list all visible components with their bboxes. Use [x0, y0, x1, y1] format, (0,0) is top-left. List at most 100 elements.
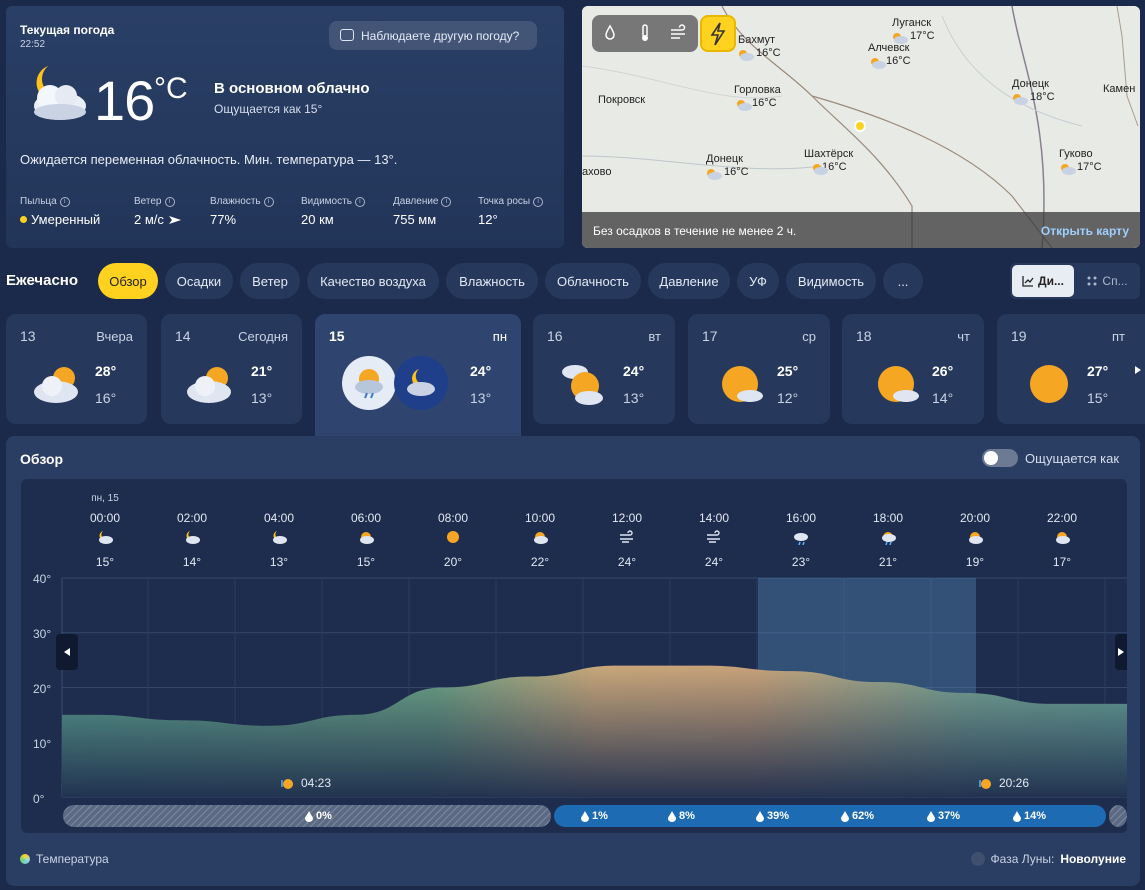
- info-icon[interactable]: i: [263, 196, 274, 207]
- moon-phase: Фаза Луны: Новолуние: [970, 852, 1126, 866]
- metric-value: Умеренный: [31, 212, 101, 227]
- map-city[interactable]: Камен: [1103, 83, 1135, 96]
- hour-temp: 21°: [878, 555, 898, 569]
- hour-time: 22:00: [1046, 511, 1078, 525]
- observe-other-weather-button[interactable]: Наблюдаете другую погоду?: [329, 21, 537, 50]
- sun-cloud-icon: [187, 367, 231, 403]
- day-card[interactable]: 17 ср 25° 12°: [688, 314, 830, 424]
- hour-time: 12:00: [611, 511, 643, 525]
- day-card[interactable]: 18 чт 26° 14°: [842, 314, 984, 424]
- wind-layer-icon[interactable]: [668, 22, 690, 44]
- precip-chance: 0%: [305, 805, 332, 827]
- metric-value: 12°: [478, 212, 498, 227]
- current-temperature: 16: [94, 69, 155, 132]
- hour-time: 18:00: [872, 511, 904, 525]
- tab-uv[interactable]: УФ: [737, 263, 779, 299]
- day-name: Вчера: [96, 329, 133, 344]
- raindrop-icon: [756, 810, 764, 822]
- tab-humidity[interactable]: Влажность: [446, 263, 538, 299]
- temperature-layer-icon[interactable]: [634, 22, 656, 44]
- day-card[interactable]: 19 пт 27° 15°: [997, 314, 1145, 424]
- day-min-temp: 13°: [251, 390, 273, 406]
- metric-pressure: Давление i 755 мм: [393, 196, 452, 227]
- lightning-layer-button[interactable]: [700, 15, 736, 52]
- precip-chance: 37%: [927, 805, 960, 827]
- metric-label: Пыльца: [20, 196, 57, 207]
- tab-visibility[interactable]: Видимость: [786, 263, 876, 299]
- precip-chance: 8%: [668, 805, 695, 827]
- tab-air-quality[interactable]: Качество воздуха: [307, 263, 439, 299]
- raindrop-icon: [927, 810, 935, 822]
- hour-time: 20:00: [959, 511, 991, 525]
- chevron-left-icon: [64, 648, 70, 656]
- tab-pressure[interactable]: Давление: [648, 263, 730, 299]
- info-icon[interactable]: i: [354, 196, 365, 207]
- raindrop-icon: [1013, 810, 1021, 822]
- sun-icon: [1030, 365, 1068, 403]
- hourly-chart: пн, 15 00:00 15° 02:00 14° 04:00 13° 06:00 15° 08…: [21, 479, 1127, 833]
- metric-label: Точка росы: [478, 196, 531, 207]
- tab-precipitation[interactable]: Осадки: [165, 263, 233, 299]
- view-diagram-button[interactable]: Ди...: [1012, 265, 1074, 297]
- new-moon-icon: [970, 852, 985, 866]
- chevron-right-icon: [1118, 648, 1124, 656]
- day-min-temp: 12°: [777, 390, 799, 406]
- info-icon[interactable]: i: [441, 196, 452, 207]
- chevron-right-icon: [1134, 366, 1141, 374]
- night-cloudy-icon: [273, 531, 287, 544]
- tab-more[interactable]: ...: [883, 263, 923, 299]
- hour-time: 10:00: [524, 511, 556, 525]
- legend-label: Температура: [36, 852, 109, 866]
- y-tick-label: 20°: [33, 682, 52, 696]
- day-max-temp: 25°: [777, 363, 799, 379]
- day-name: Сегодня: [238, 329, 288, 344]
- hour-temp: 22°: [530, 555, 550, 569]
- weather-map[interactable]: Бахмут 16°C Луганск 17°C Алчевск 16°C Покро…: [582, 6, 1140, 248]
- metric-wind: Ветер i 2 м/с: [134, 196, 182, 227]
- chart-prev-arrow[interactable]: [56, 634, 78, 670]
- info-icon[interactable]: i: [164, 196, 175, 207]
- day-name: пн: [492, 329, 507, 344]
- sun-cloud-icon: [1013, 94, 1028, 105]
- current-title: Текущая погода: [20, 23, 115, 37]
- moon-phase-label: Фаза Луны:: [990, 852, 1055, 866]
- sunset-icon: [979, 779, 991, 789]
- precip-chance: 62%: [841, 805, 874, 827]
- hour-temp: 15°: [356, 555, 376, 569]
- y-tick-label: 0°: [33, 792, 45, 806]
- view-diagram-label: Ди...: [1038, 274, 1064, 288]
- day-name: чт: [957, 329, 970, 344]
- info-icon[interactable]: i: [533, 196, 544, 207]
- feels-like-toggle[interactable]: [982, 449, 1018, 467]
- map-city[interactable]: Покровск: [598, 94, 645, 107]
- tab-overview[interactable]: Обзор: [98, 263, 158, 299]
- map-layer-toolbar: [592, 15, 698, 52]
- tab-cloudiness[interactable]: Облачность: [545, 263, 641, 299]
- day-number: 16: [547, 328, 563, 344]
- day-card-selected[interactable]: 15 пн 24° 13°: [315, 314, 521, 438]
- chat-bubble-icon: [340, 29, 354, 41]
- info-icon[interactable]: i: [59, 196, 70, 207]
- metric-label: Влажность: [210, 196, 261, 207]
- day-number: 18: [856, 328, 872, 344]
- precipitation-layer-icon[interactable]: [599, 22, 621, 44]
- open-map-link[interactable]: Открыть карту: [1041, 224, 1129, 238]
- wind-icon: [707, 530, 720, 543]
- day-name: ср: [802, 329, 816, 344]
- day-card[interactable]: 13 Вчера 28° 16°: [6, 314, 147, 424]
- day-card[interactable]: 14 Сегодня 21° 13°: [161, 314, 302, 424]
- chart-next-arrow[interactable]: [1115, 634, 1127, 670]
- tab-wind[interactable]: Ветер: [240, 263, 300, 299]
- hour-time: 14:00: [698, 511, 730, 525]
- day-card[interactable]: 16 вт 24° 13°: [533, 314, 675, 424]
- sun-cloud-icon: [707, 169, 722, 180]
- y-tick-label: 10°: [33, 737, 52, 751]
- days-next-arrow[interactable]: [1130, 352, 1145, 388]
- view-list-button[interactable]: Сп...: [1076, 265, 1138, 297]
- day-max-temp: 24°: [470, 363, 492, 379]
- wind-direction-arrow-icon: [168, 215, 181, 224]
- temperature-legend-swatch: [20, 854, 30, 864]
- sunset-marker: 20:26: [979, 776, 1029, 790]
- map-city[interactable]: ахово: [582, 166, 611, 179]
- map-footer: Без осадков в течение не менее 2 ч. Откр…: [582, 212, 1140, 248]
